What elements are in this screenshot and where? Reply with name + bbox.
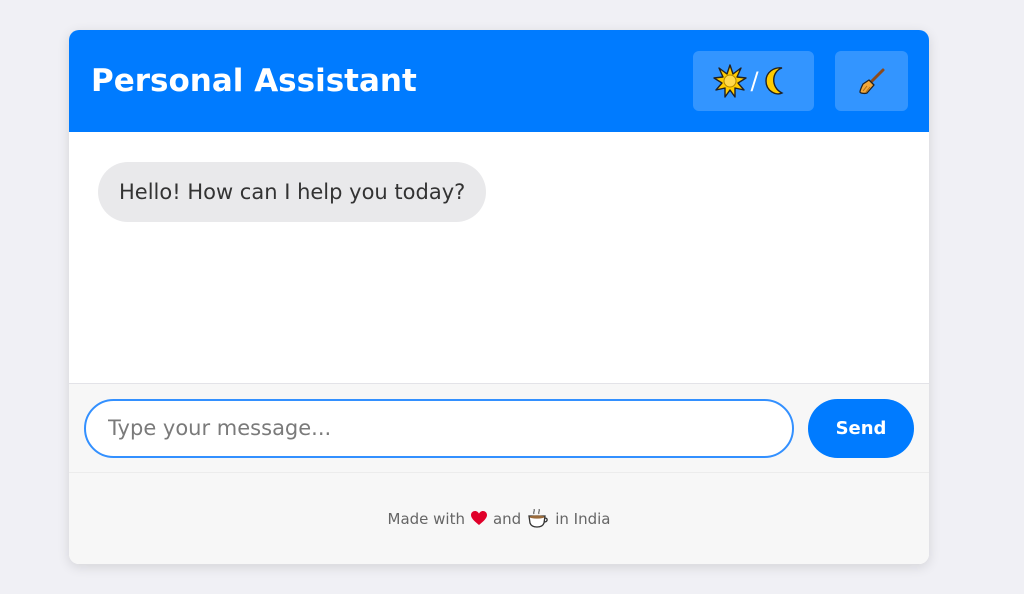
chat-header: Personal Assistant / — [69, 30, 929, 132]
broom-icon — [857, 66, 887, 96]
footer-made-with: Made with — [387, 509, 465, 528]
clear-chat-button[interactable] — [835, 51, 908, 111]
footer-in-india: in India — [555, 509, 611, 528]
message-list: Hello! How can I help you today? — [69, 132, 929, 384]
footer: Made with and in India — [69, 473, 929, 564]
theme-toggle-button[interactable]: / — [693, 51, 814, 111]
chat-window: Personal Assistant / Hello! How can I he… — [69, 30, 929, 564]
app-title: Personal Assistant — [91, 63, 417, 99]
footer-and: and — [492, 509, 522, 528]
composer-bar: Send — [69, 384, 929, 473]
message-input[interactable] — [84, 398, 794, 458]
moon-icon — [762, 65, 794, 97]
assistant-message-bubble: Hello! How can I help you today? — [98, 162, 487, 222]
sun-icon — [713, 64, 748, 98]
heart-icon — [470, 511, 487, 526]
send-button[interactable]: Send — [808, 398, 914, 458]
theme-toggle-separator: / — [750, 67, 759, 95]
tea-cup-icon — [527, 508, 549, 529]
